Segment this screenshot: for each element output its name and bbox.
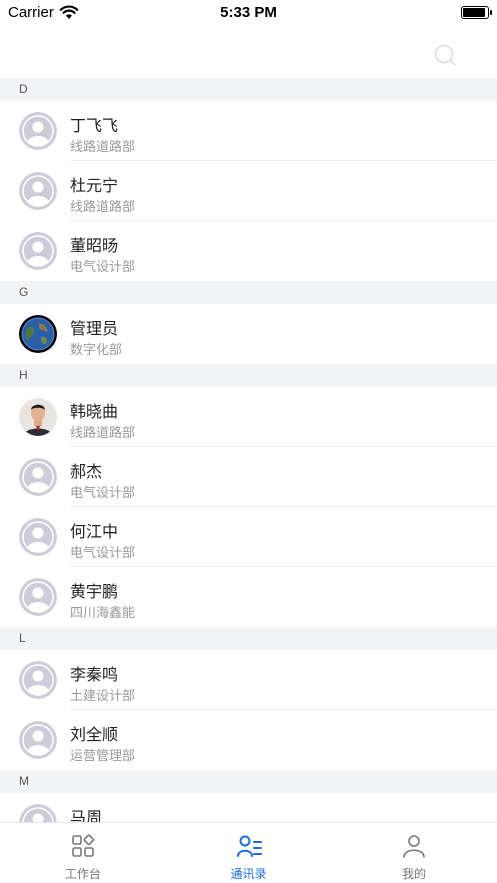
contact-row[interactable]: 丁飞飞 线路道路部	[0, 101, 497, 161]
avatar	[19, 518, 57, 556]
contact-row[interactable]: 杜元宁 线路道路部	[0, 161, 497, 221]
contact-name: 杜元宁	[70, 176, 119, 195]
contact-department: 线路道路部	[70, 140, 136, 155]
section-header-m: M	[0, 770, 497, 793]
avatar	[19, 232, 57, 270]
contact-name: 丁飞飞	[70, 116, 119, 135]
contact-name: 管理员	[70, 319, 119, 338]
contact-row[interactable]: 董昭旸 电气设计部	[0, 221, 497, 281]
contact-department: 线路道路部	[70, 426, 136, 441]
contact-department: 土建设计部	[70, 689, 136, 704]
tab-workbench-label: 工作台	[64, 867, 101, 881]
contact-department: 电气设计部	[70, 260, 136, 275]
contact-list[interactable]: D 丁飞飞 线路道路部 杜元宁 线路道路部 董昭旸 电气设计部 G 管理员 数字…	[0, 78, 497, 822]
tab-workbench[interactable]: 工作台	[0, 823, 166, 883]
contacts-icon	[236, 835, 262, 857]
contact-row[interactable]: 何江中 电气设计部	[0, 507, 497, 567]
avatar	[19, 578, 57, 616]
contact-row[interactable]: 韩晓曲 线路道路部	[0, 387, 497, 447]
contact-department: 线路道路部	[70, 200, 136, 215]
nav-bar	[0, 30, 497, 78]
contact-department: 运营管理部	[70, 749, 136, 764]
avatar	[19, 112, 57, 150]
section-header-h: H	[0, 364, 497, 387]
avatar	[19, 661, 57, 699]
status-bar: Carrier 5:33 PM	[0, 0, 497, 30]
contact-row[interactable]: 李秦鸣 土建设计部	[0, 650, 497, 710]
clock: 5:33 PM	[220, 4, 277, 21]
contact-name: 何江中	[70, 522, 119, 541]
contact-row[interactable]: 刘全顺 运营管理部	[0, 710, 497, 770]
contact-name: 董昭旸	[70, 236, 119, 255]
avatar	[19, 398, 57, 436]
contact-name: 郝杰	[70, 462, 103, 481]
avatar	[19, 804, 57, 822]
avatar	[19, 458, 57, 496]
contact-name: 刘全顺	[70, 725, 119, 744]
contact-name: 李秦鸣	[70, 665, 119, 684]
contact-row[interactable]: 管理员 数字化部	[0, 304, 497, 364]
avatar	[19, 315, 57, 353]
tab-profile[interactable]: 我的	[331, 823, 497, 883]
contact-name: 韩晓曲	[70, 402, 119, 421]
contact-department: 数字化部	[70, 343, 123, 358]
contact-row[interactable]: 郝杰 电气设计部	[0, 447, 497, 507]
contact-row[interactable]: 黄宇鹏 四川海鑫能	[0, 567, 497, 627]
contact-name: 马周	[70, 808, 103, 822]
contact-department: 电气设计部	[70, 546, 136, 561]
contact-row[interactable]: 马周	[0, 793, 497, 822]
avatar	[19, 721, 57, 759]
profile-icon	[403, 835, 425, 858]
section-header-l: L	[0, 627, 497, 650]
battery-icon	[461, 6, 492, 19]
contact-name: 黄宇鹏	[70, 582, 119, 601]
search-icon[interactable]	[432, 42, 458, 68]
tab-profile-label: 我的	[402, 867, 427, 881]
contact-department: 电气设计部	[70, 486, 136, 501]
contact-department: 四川海鑫能	[70, 606, 136, 621]
avatar	[19, 172, 57, 210]
tab-bar: 工作台 通讯录 我的	[0, 822, 497, 883]
workbench-icon	[72, 834, 94, 857]
section-header-g: G	[0, 281, 497, 304]
tab-contacts[interactable]: 通讯录	[166, 823, 332, 883]
tab-contacts-label: 通讯录	[230, 867, 267, 881]
section-header-d: D	[0, 78, 497, 101]
